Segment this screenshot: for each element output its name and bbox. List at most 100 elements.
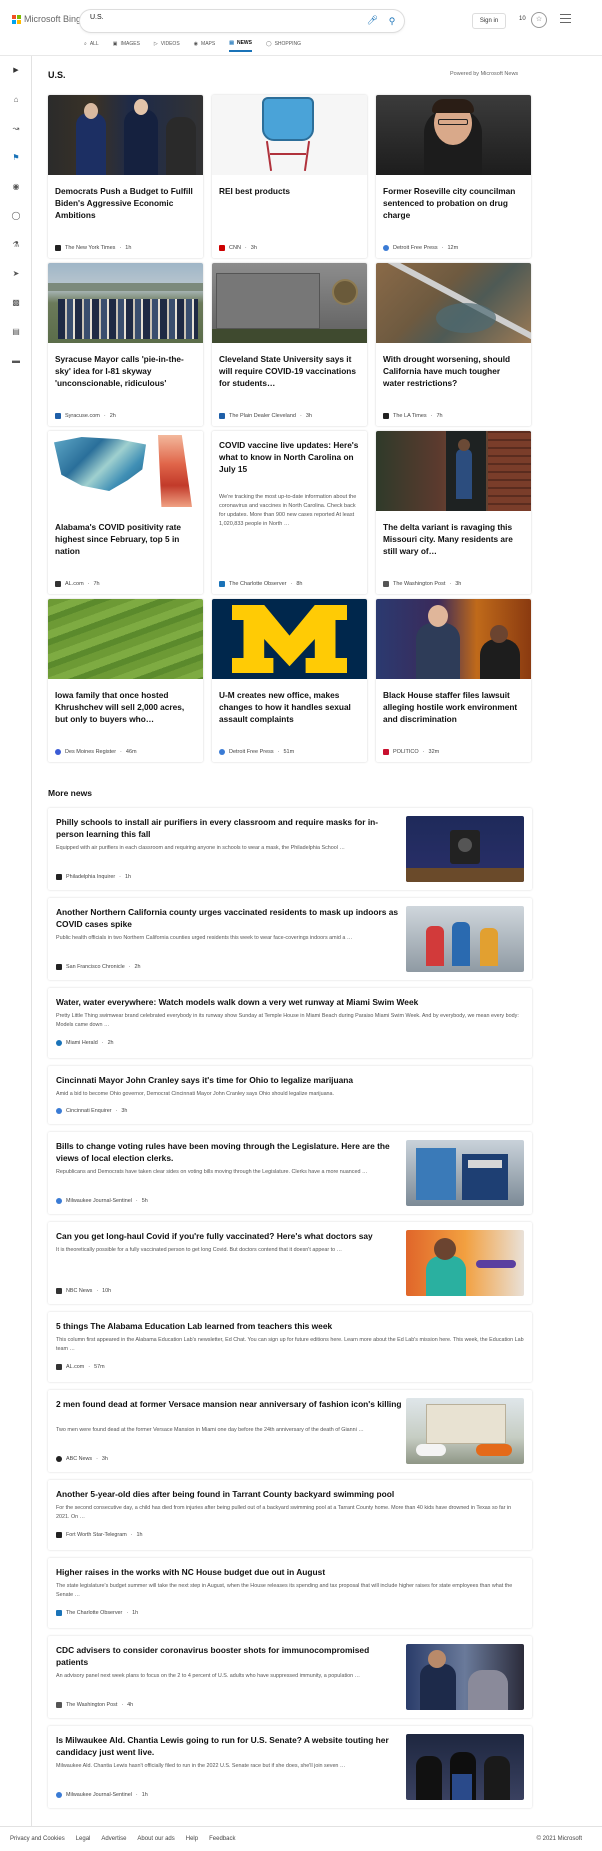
news-card[interactable]: Iowa family that once hosted Khrushchev … xyxy=(48,599,203,762)
news-title: 5 things The Alabama Education Lab learn… xyxy=(56,1321,333,1331)
microphone-icon[interactable]: 🎤︎ xyxy=(367,15,378,26)
news-card[interactable]: Alabama's COVID positivity rate highest … xyxy=(48,431,203,594)
card-source: AL.com · 7h xyxy=(55,581,100,587)
card-icon[interactable]: ▬ xyxy=(10,355,22,367)
publisher-logo-icon xyxy=(219,245,225,251)
news-title: Higher raises in the works with NC House… xyxy=(56,1567,326,1577)
news-card[interactable]: U-M creates new office, makes changes to… xyxy=(212,599,367,762)
news-card[interactable]: Black House staffer files lawsuit allegi… xyxy=(376,599,531,762)
timestamp: 2h xyxy=(134,964,141,970)
news-source: Cincinnati Enquirer · 3h xyxy=(56,1108,127,1114)
separator: · xyxy=(128,964,131,970)
timestamp: 1h xyxy=(132,1610,139,1616)
news-list-item[interactable]: Another 5-year-old dies after being foun… xyxy=(48,1480,532,1550)
scope-label: IMAGES xyxy=(120,41,140,47)
card-image xyxy=(48,599,203,679)
footer-link-about-ads[interactable]: About our ads xyxy=(137,1836,174,1842)
hamburger-menu-icon[interactable] xyxy=(560,14,571,26)
flag-icon[interactable]: ⚑ xyxy=(10,152,22,164)
news-list-item[interactable]: Philly schools to install air purifiers … xyxy=(48,808,532,890)
building-icon[interactable]: ▤ xyxy=(10,326,22,338)
card-title: U-M creates new office, makes changes to… xyxy=(219,690,351,724)
news-card[interactable]: REI best products CNN · 3h xyxy=(212,95,367,258)
news-list-item[interactable]: CDC advisers to consider coronavirus boo… xyxy=(48,1636,532,1718)
separator: · xyxy=(121,1702,124,1708)
expand-sidebar-icon[interactable]: ▶ xyxy=(5,64,27,78)
michigan-logo-icon xyxy=(232,605,347,673)
news-title: 2 men found dead at former Versace mansi… xyxy=(56,1399,402,1409)
news-list-item[interactable]: 5 things The Alabama Education Lab learn… xyxy=(48,1312,532,1382)
scope-images[interactable]: ▣ IMAGES xyxy=(113,40,140,52)
timestamp: 7h xyxy=(93,581,100,587)
card-source: The LA Times · 7h xyxy=(383,413,443,419)
news-title: CDC advisers to consider coronavirus boo… xyxy=(56,1645,370,1667)
news-list-item[interactable]: Cincinnati Mayor John Cranley says it's … xyxy=(48,1066,532,1124)
scope-label: VIDEOS xyxy=(160,41,180,47)
footer-link-advertise[interactable]: Advertise xyxy=(101,1836,126,1842)
timestamp: 7h xyxy=(436,413,443,419)
footer-link-privacy[interactable]: Privacy and Cookies xyxy=(10,1836,65,1842)
home-icon[interactable]: ⌂ xyxy=(10,94,22,106)
news-card[interactable]: Democrats Push a Budget to Fulfill Biden… xyxy=(48,95,203,258)
card-title: Alabama's COVID positivity rate highest … xyxy=(55,522,182,556)
news-list-item[interactable]: Bills to change voting rules have been m… xyxy=(48,1132,532,1214)
timestamp: 3h xyxy=(305,413,312,419)
scope-shopping[interactable]: ◯ SHOPPING xyxy=(266,40,301,52)
news-list-item[interactable]: 2 men found dead at former Versace mansi… xyxy=(48,1390,532,1472)
trending-icon[interactable]: ↝ xyxy=(10,123,22,135)
search-icon: ⌕ xyxy=(84,41,87,47)
film-icon[interactable]: ▩ xyxy=(10,297,22,309)
separator: · xyxy=(135,1792,138,1798)
separator: · xyxy=(119,874,121,880)
card-title: Syracuse Mayor calls 'pie-in-the-sky' id… xyxy=(55,354,184,388)
tag-icon: ◯ xyxy=(265,41,272,47)
footer-link-help[interactable]: Help xyxy=(186,1836,198,1842)
card-title: COVID vaccine live updates: Here's what … xyxy=(219,440,359,474)
news-card[interactable]: The delta variant is ravaging this Misso… xyxy=(376,431,531,594)
news-card[interactable]: ​ Cleveland State University says it wil… xyxy=(212,263,367,426)
footer-link-feedback[interactable]: Feedback xyxy=(209,1836,235,1842)
news-card[interactable]: Syracuse Mayor calls 'pie-in-the-sky' id… xyxy=(48,263,203,426)
news-list-item[interactable]: Can you get long-haul Covid if you're fu… xyxy=(48,1222,532,1304)
scope-news[interactable]: ▤ NEWS xyxy=(229,40,252,52)
location-icon[interactable]: ◉ xyxy=(10,181,22,193)
rewards-trophy-icon[interactable]: ☆ xyxy=(531,12,547,28)
news-title: Bills to change voting rules have been m… xyxy=(56,1141,390,1163)
timestamp: 51m xyxy=(283,749,295,755)
timestamp: 10h xyxy=(102,1288,112,1294)
science-icon[interactable]: ⚗ xyxy=(10,239,22,251)
bing-logo[interactable]: Microsoft Bing xyxy=(12,14,81,24)
news-thumbnail xyxy=(406,1398,524,1464)
source-name: Des Moines Register xyxy=(65,749,117,755)
map-pin-icon: ◉ xyxy=(193,41,199,47)
rewards-points[interactable]: 10 xyxy=(519,16,526,22)
rocket-icon[interactable]: ➤ xyxy=(10,268,22,280)
news-list-item[interactable]: Is Milwaukee Ald. Chantia Lewis going to… xyxy=(48,1726,532,1808)
news-card[interactable]: Former Roseville city councilman sentenc… xyxy=(376,95,531,258)
news-list-item[interactable]: Water, water everywhere: Watch models wa… xyxy=(48,988,532,1058)
card-source: CNN · 3h xyxy=(219,245,257,251)
card-source: The Charlotte Observer · 8h xyxy=(219,581,302,587)
footer-link-legal[interactable]: Legal xyxy=(76,1836,91,1842)
news-card[interactable]: COVID vaccine live updates: Here's what … xyxy=(212,431,367,594)
card-snippet: We're tracking the most up-to-date infor… xyxy=(219,494,357,527)
publisher-logo-icon xyxy=(56,1532,62,1538)
search-input[interactable] xyxy=(90,14,360,21)
source-name: Milwaukee Journal-Sentinel xyxy=(66,1198,132,1204)
timestamp: 3h xyxy=(250,245,257,251)
news-list-item[interactable]: Higher raises in the works with NC House… xyxy=(48,1558,532,1628)
scope-maps[interactable]: ◉ MAPS xyxy=(194,40,216,52)
scope-all[interactable]: ⌕ ALL xyxy=(84,40,99,52)
sign-in-button[interactable]: Sign in xyxy=(472,13,506,29)
source-name: The Washington Post xyxy=(66,1702,118,1708)
card-title: With drought worsening, should Californi… xyxy=(383,354,511,388)
separator: · xyxy=(299,413,302,419)
news-card[interactable]: With drought worsening, should Californi… xyxy=(376,263,531,426)
card-title: Iowa family that once hosted Khrushchev … xyxy=(55,690,185,724)
news-snippet: Amid a bid to become Ohio governor, Demo… xyxy=(56,1091,335,1097)
news-list-item[interactable]: Another Northern California county urges… xyxy=(48,898,532,980)
globe-icon[interactable]: ◯ xyxy=(10,210,22,222)
source-name: Detroit Free Press xyxy=(393,245,438,251)
search-icon[interactable]: ⚲ xyxy=(384,13,400,29)
scope-videos[interactable]: ▷ VIDEOS xyxy=(154,40,180,52)
